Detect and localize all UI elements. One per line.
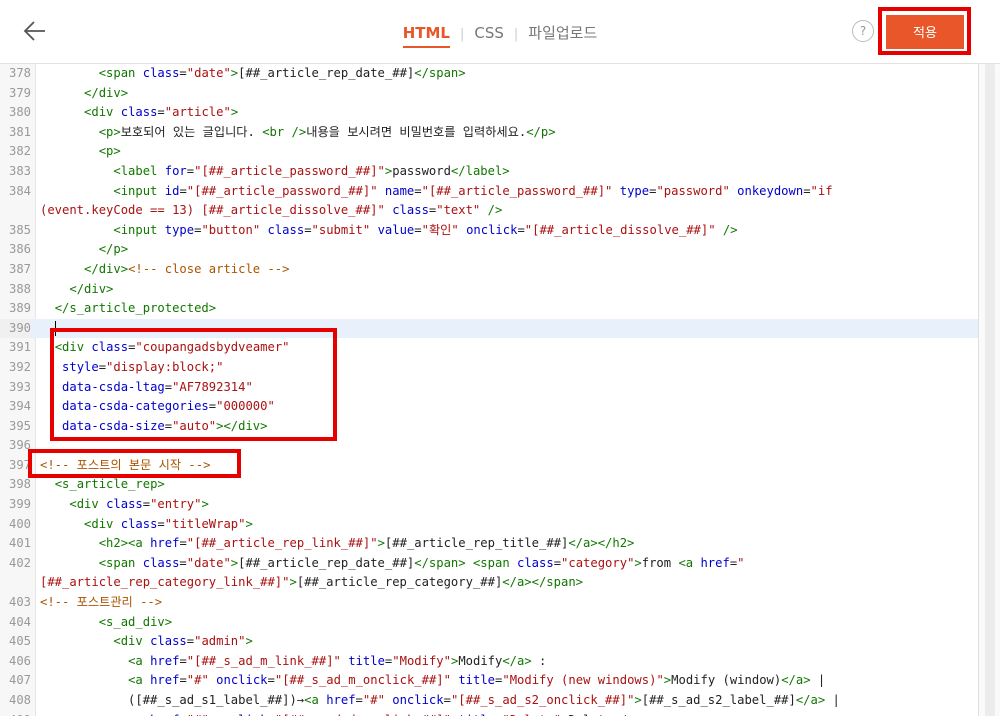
- code-text[interactable]: [##_article_rep_category_link_##]">[##_a…: [40, 573, 583, 593]
- editor-scrollbar[interactable]: [978, 64, 1000, 716]
- ad-code-highlight-box: [50, 328, 337, 441]
- code-text[interactable]: <a href="[##_s_ad_m_link_##]" title="Mod…: [40, 652, 546, 672]
- code-line[interactable]: 408 ([##_s_ad_s1_label_##])→<a href="#" …: [0, 691, 978, 711]
- code-text[interactable]: <span class="date">[##_article_rep_date_…: [40, 554, 745, 574]
- line-number: 378: [8, 66, 31, 80]
- comment-highlight-box: [28, 449, 241, 478]
- code-text[interactable]: </div><!-- close article -->: [40, 260, 289, 280]
- code-text[interactable]: <span class="date">[##_article_rep_date_…: [40, 64, 466, 84]
- code-line[interactable]: 381 <p>보호되어 있는 글입니다. <br />내용을 보시려면 비밀번호…: [0, 123, 978, 143]
- line-number: 393: [8, 379, 31, 394]
- code-text[interactable]: <input type="button" class="submit" valu…: [40, 221, 737, 241]
- line-number: 385: [8, 222, 31, 237]
- editor-header: HTML | CSS | 파일업로드 ? 적용: [0, 0, 1000, 64]
- code-text[interactable]: <a href="#" onclick="[##_s_ad_m_onclick_…: [40, 671, 825, 691]
- code-text[interactable]: <div class="admin">: [40, 632, 252, 652]
- line-number: 383: [8, 163, 31, 178]
- apply-button[interactable]: 적용: [886, 15, 964, 49]
- line-number: 402: [8, 555, 31, 570]
- question-circle-icon[interactable]: ?: [852, 20, 874, 42]
- line-number: 401: [8, 536, 31, 551]
- line-number: 407: [8, 673, 31, 688]
- code-text[interactable]: <label for="[##_article_password_##]">pa…: [40, 162, 509, 182]
- tab-divider: |: [459, 27, 465, 42]
- code-text[interactable]: (event.keyCode == 13) [##_article_dissol…: [40, 201, 502, 221]
- line-number: 386: [8, 242, 31, 257]
- code-text[interactable]: ([##_s_ad_s1_label_##])→<a href="#" oncl…: [40, 691, 840, 711]
- line-number: 400: [8, 516, 31, 531]
- line-number: 404: [8, 614, 31, 629]
- line-number: 396: [8, 438, 31, 453]
- code-line[interactable]: 382 <p>: [0, 142, 978, 162]
- line-number: 397: [8, 457, 31, 472]
- scrollbar-thumb[interactable]: [985, 64, 995, 716]
- code-line[interactable]: 398 <s_article_rep>: [0, 475, 978, 495]
- code-line[interactable]: 388 </div>: [0, 280, 978, 300]
- code-line[interactable]: 403 <!-- 포스트관리 -->: [0, 593, 978, 613]
- code-text[interactable]: <s_ad_div>: [40, 613, 172, 633]
- line-number: 389: [8, 301, 31, 316]
- line-number: 388: [8, 281, 31, 296]
- line-number: 408: [8, 693, 31, 707]
- editor-tabs: HTML | CSS | 파일업로드: [0, 22, 1000, 48]
- line-number: 406: [8, 653, 31, 668]
- code-line[interactable]: [##_article_rep_category_link_##]">[##_a…: [0, 573, 978, 593]
- code-line[interactable]: 406 <a href="[##_s_ad_m_link_##]" title=…: [0, 652, 978, 672]
- line-number: 395: [8, 418, 31, 433]
- code-line[interactable]: 384 <input id="[##_article_password_##]"…: [0, 182, 978, 202]
- line-number: 409: [0, 711, 31, 716]
- tab-divider: |: [513, 27, 519, 42]
- code-text[interactable]: <h2><a href="[##_article_rep_link_##]">[…: [40, 534, 635, 554]
- tab-file-upload[interactable]: 파일업로드: [528, 22, 597, 43]
- code-line[interactable]: 389 </s_article_protected>: [0, 299, 978, 319]
- code-line[interactable]: 401 <h2><a href="[##_article_rep_link_##…: [0, 534, 978, 554]
- code-text[interactable]: </div>: [40, 84, 128, 104]
- line-number: 398: [8, 477, 31, 492]
- code-line[interactable]: 380 <div class="article">: [0, 103, 978, 123]
- code-text[interactable]: <!-- 포스트관리 -->: [40, 593, 162, 613]
- code-line[interactable]: 379 </div>: [0, 84, 978, 104]
- code-text[interactable]: </p>: [40, 240, 128, 260]
- code-line[interactable]: 383 <label for="[##_article_password_##]…: [0, 162, 978, 182]
- code-line[interactable]: 409 <a href="#" onclick="[##_s_ad_d_oncl…: [0, 711, 978, 716]
- line-number: 391: [8, 340, 31, 355]
- code-text[interactable]: </s_article_protected>: [40, 299, 216, 319]
- code-text[interactable]: <div class="entry">: [40, 495, 208, 515]
- code-text[interactable]: <p>: [40, 142, 121, 162]
- line-number: 405: [8, 634, 31, 649]
- line-number: 394: [8, 399, 31, 414]
- code-line[interactable]: 407 <a href="#" onclick="[##_s_ad_m_oncl…: [0, 671, 978, 691]
- tab-html[interactable]: HTML: [402, 24, 451, 48]
- line-number: 379: [8, 85, 31, 100]
- code-line[interactable]: 399 <div class="entry">: [0, 495, 978, 515]
- code-line[interactable]: 386 </p>: [0, 240, 978, 260]
- code-text[interactable]: <p>보호되어 있는 글입니다. <br />내용을 보시려면 비밀번호를 입력…: [40, 123, 556, 143]
- line-number: 390: [0, 318, 31, 339]
- tab-css[interactable]: CSS: [474, 24, 504, 42]
- code-line[interactable]: 404 <s_ad_div>: [0, 613, 978, 633]
- code-text[interactable]: <input id="[##_article_password_##]" nam…: [40, 182, 832, 202]
- line-number: 382: [8, 144, 31, 159]
- code-text[interactable]: <div class="titleWrap">: [40, 515, 253, 535]
- line-number: 380: [8, 105, 31, 120]
- code-line[interactable]: 400 <div class="titleWrap">: [0, 515, 978, 535]
- code-text[interactable]: <a href="#" onclick="[##_s_ad_d_onclick_…: [40, 711, 642, 716]
- code-text[interactable]: <div class="article">: [40, 103, 238, 123]
- line-number: 387: [8, 261, 31, 276]
- line-number: 392: [8, 359, 31, 374]
- code-text[interactable]: <s_article_rep>: [40, 475, 165, 495]
- code-text[interactable]: </div>: [40, 280, 113, 300]
- code-line[interactable]: 387 </div><!-- close article -->: [0, 260, 978, 280]
- code-line[interactable]: 385 <input type="button" class="submit" …: [0, 221, 978, 241]
- code-line[interactable]: 378 <span class="date">[##_article_rep_d…: [0, 64, 978, 84]
- line-number: 381: [8, 124, 31, 139]
- code-line[interactable]: 402 <span class="date">[##_article_rep_d…: [0, 554, 978, 574]
- code-line[interactable]: (event.keyCode == 13) [##_article_dissol…: [0, 201, 978, 221]
- line-number: 403: [8, 595, 31, 610]
- line-number: 399: [8, 497, 31, 512]
- code-line[interactable]: 405 <div class="admin">: [0, 632, 978, 652]
- line-number: 384: [8, 183, 31, 198]
